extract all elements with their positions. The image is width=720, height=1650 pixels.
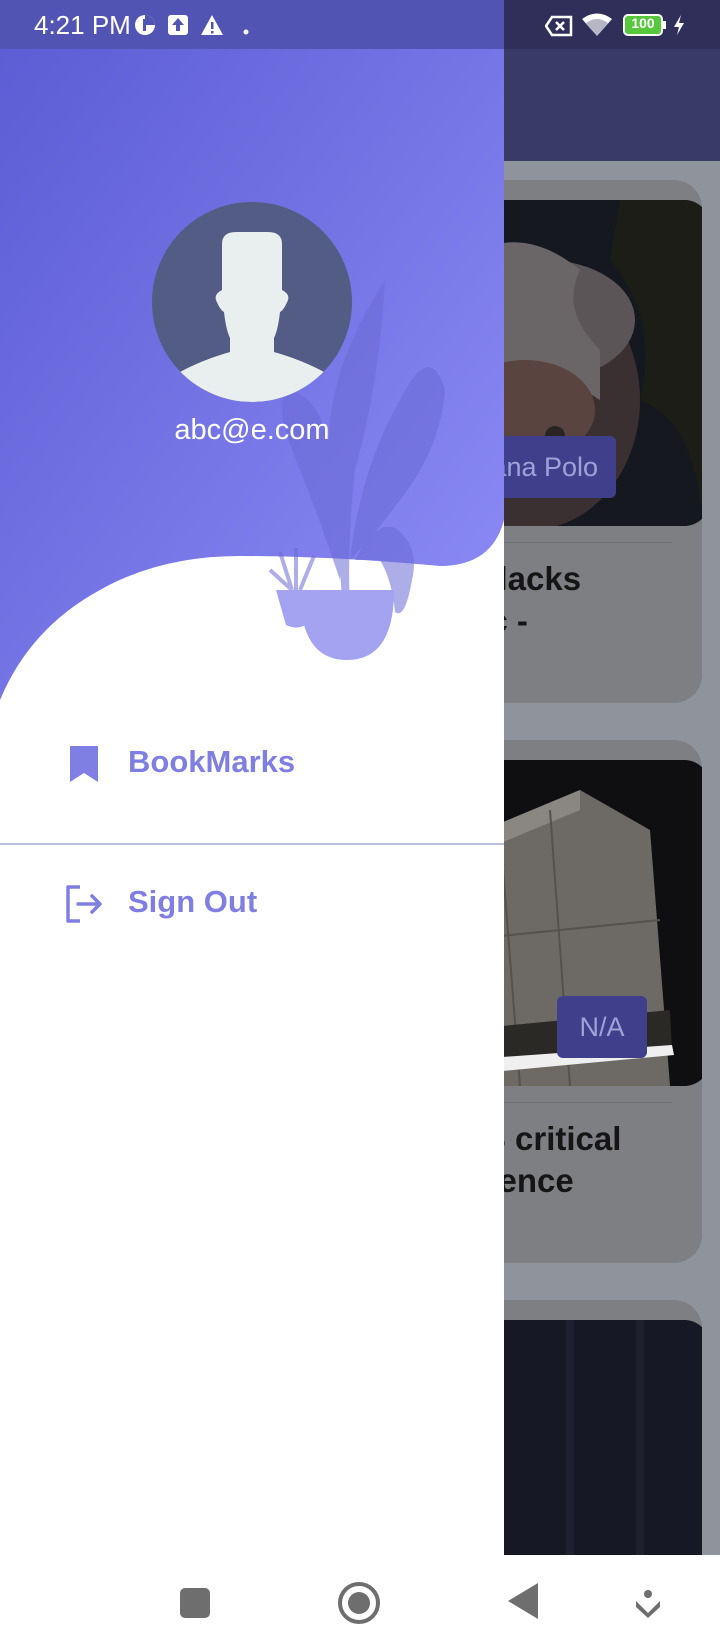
user-email: abc@e.com [174,414,330,446]
wifi-icon [581,12,613,43]
sign-out-icon [64,884,104,929]
upload-icon [167,14,189,41]
drawer-divider [0,843,504,845]
menu-item-label: Sign Out [128,884,258,919]
battery-level: 100 [631,15,655,31]
user-silhouette-icon [180,232,324,402]
charging-icon [672,14,686,41]
avatar[interactable] [152,202,352,402]
bookmark-icon [68,744,100,789]
menu-item-label: BookMarks [128,744,296,779]
status-time: 4:21 PM [34,10,131,40]
recent-apps-icon[interactable] [178,1586,212,1625]
assistant-icon[interactable] [633,1589,663,1624]
navigation-drawer: abc@e.com BookMarks Sign Out [0,0,504,1555]
system-nav-bar [0,1555,720,1650]
home-icon[interactable] [337,1581,381,1630]
menu-item-bookmarks[interactable]: BookMarks [0,718,504,808]
news-card-source-badge: N/A [557,996,647,1058]
back-icon[interactable] [506,1581,540,1626]
menu-item-sign-out[interactable]: Sign Out [0,858,504,948]
dot-icon [243,22,249,40]
no-sim-icon [544,15,573,42]
status-bar: 4:21 PM 100 [0,0,720,49]
drawer-header: abc@e.com [0,0,504,720]
warning-icon [200,14,224,41]
data-saver-icon [134,14,156,41]
